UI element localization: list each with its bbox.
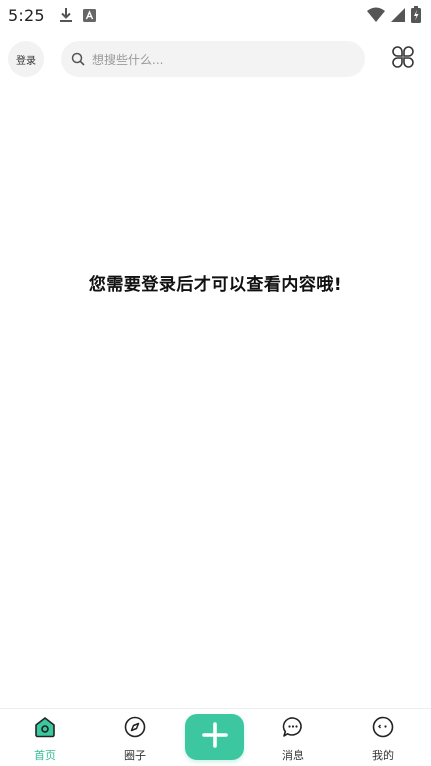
status-bar: 5:25 [0,0,431,30]
app-screen: 5:25 登录 想搜些什么... 您需要登录后才可以查看内容哦! 首页 圈子 消… [0,0,431,766]
face-icon [371,715,395,739]
grid-icon [392,46,414,72]
search-placeholder: 想搜些什么... [92,52,164,67]
grid-menu-button[interactable] [392,46,414,72]
chat-bubble-icon [281,715,305,739]
status-time: 5:25 [8,5,45,25]
cell-signal-icon [391,7,405,27]
nav-label-home: 首页 [34,749,56,762]
top-header: 登录 想搜些什么... [0,40,431,78]
nav-label-me: 我的 [372,749,394,762]
nav-item-circle[interactable]: 圈子 [105,715,165,765]
compass-icon [123,715,147,739]
battery-charging-icon [411,6,421,27]
login-button[interactable]: 登录 [8,41,44,77]
a-notification-icon [82,8,96,22]
search-input[interactable]: 想搜些什么... [61,41,365,77]
wifi-icon [367,7,385,27]
nav-label-messages: 消息 [282,749,304,762]
download-icon [59,7,73,23]
nav-label-circle: 圈子 [124,749,146,762]
nav-item-me[interactable]: 我的 [353,715,413,765]
nav-item-home[interactable]: 首页 [15,715,75,765]
login-required-message: 您需要登录后才可以查看内容哦! [88,275,343,295]
home-icon [33,715,57,739]
nav-item-messages[interactable]: 消息 [263,715,323,765]
plus-icon [201,722,228,752]
search-icon [71,52,85,66]
add-post-button[interactable] [185,714,244,760]
status-icons-right [367,6,421,27]
